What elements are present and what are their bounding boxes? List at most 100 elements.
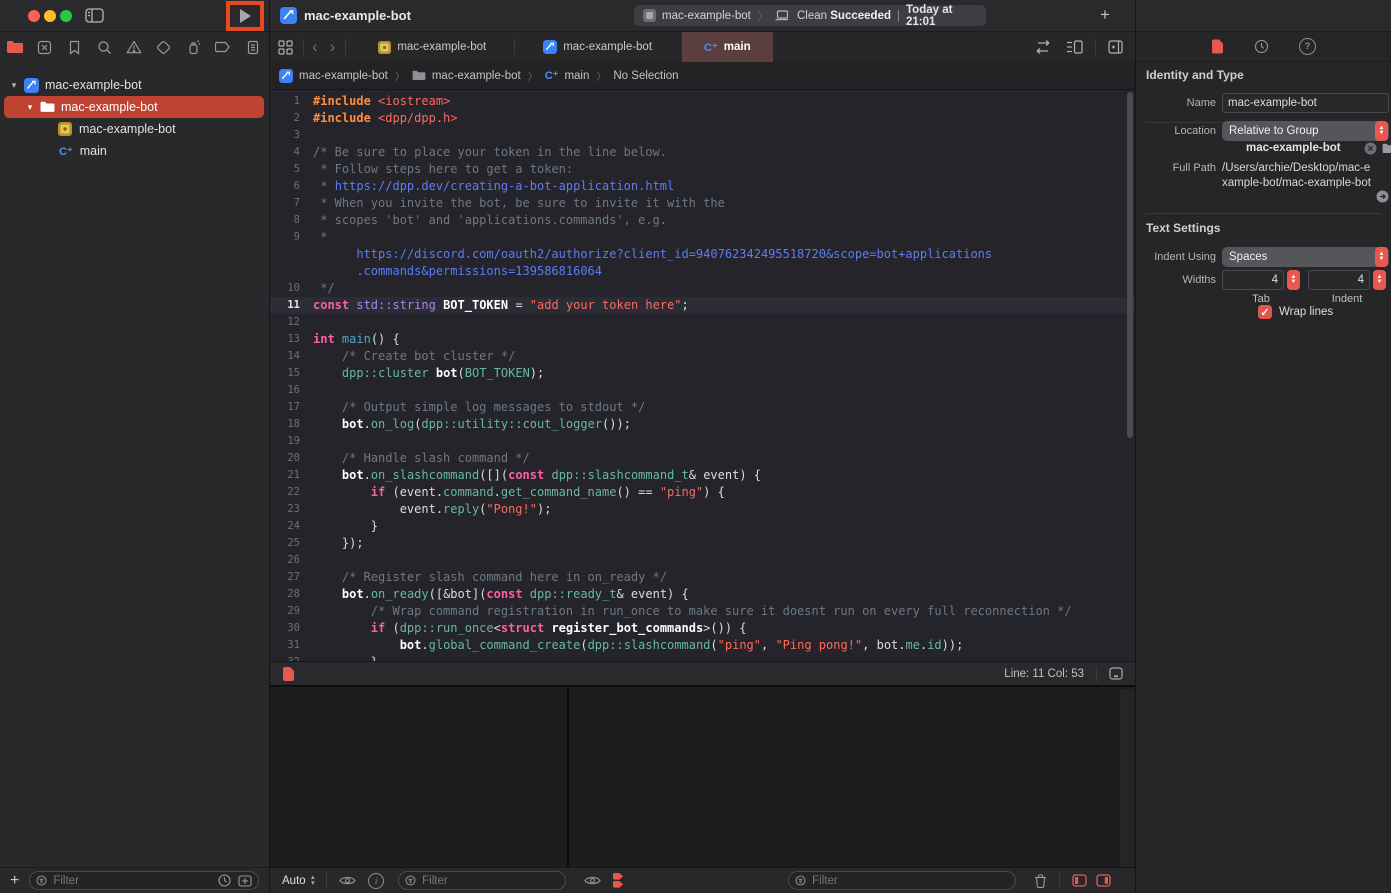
code-line[interactable]: 7 * When you invite the bot, be sure to … xyxy=(270,195,1135,212)
code-line[interactable]: 16 xyxy=(270,382,1135,399)
breadcrumb-selection[interactable]: No Selection xyxy=(613,70,678,82)
changed-file-icon[interactable] xyxy=(282,667,295,681)
code-line[interactable]: 8 * scopes 'bot' and 'applications.comma… xyxy=(270,212,1135,229)
code-line[interactable]: 25 }); xyxy=(270,535,1135,552)
breakpoints-navigator-icon[interactable] xyxy=(212,36,234,58)
file-inspector-icon[interactable] xyxy=(1211,39,1224,54)
code-line[interactable]: 4/* Be sure to place your token in the l… xyxy=(270,144,1135,161)
wrap-lines-checkbox[interactable]: ✓ xyxy=(1258,305,1272,319)
variables-view[interactable] xyxy=(270,687,567,869)
close-window-button[interactable] xyxy=(28,10,40,22)
console-scrollbar-track[interactable] xyxy=(1120,689,1134,869)
tab-project[interactable]: mac-example-bot xyxy=(529,32,666,62)
code-line[interactable]: 30 if (dpp::run_once<struct register_bot… xyxy=(270,620,1135,637)
code-line[interactable]: 29 /* Wrap command registration in run_o… xyxy=(270,603,1135,620)
eye-icon[interactable] xyxy=(339,875,356,886)
disclosure-icon[interactable]: ▾ xyxy=(8,80,20,91)
code-line[interactable]: 27 /* Register slash command here in on_… xyxy=(270,569,1135,586)
code-line[interactable]: 9 * xyxy=(270,229,1135,246)
code-line[interactable]: 6 * https://dpp.dev/creating-a-bot-appli… xyxy=(270,178,1135,195)
help-inspector-icon[interactable]: ? xyxy=(1299,38,1316,55)
choose-folder-icon[interactable] xyxy=(1382,143,1391,154)
breakpoints-enabled-icon[interactable] xyxy=(613,873,623,888)
tab-width-stepper[interactable]: ▲▼ xyxy=(1287,270,1300,290)
code-line[interactable]: 1#include <iostream> xyxy=(270,93,1135,110)
show-console-toggle[interactable] xyxy=(1096,874,1111,887)
history-inspector-icon[interactable] xyxy=(1254,39,1269,54)
clear-circle-icon[interactable] xyxy=(1364,142,1377,155)
code-line[interactable]: 5 * Follow steps here to get a token: xyxy=(270,161,1135,178)
source-editor[interactable]: 1#include <iostream>2#include <dpp/dpp.h… xyxy=(270,90,1135,693)
reports-navigator-icon[interactable] xyxy=(242,36,264,58)
code-line[interactable]: 14 /* Create bot cluster */ xyxy=(270,348,1135,365)
minimap-toggle-icon[interactable] xyxy=(1109,667,1123,680)
tab-main-active[interactable]: C⁺ main xyxy=(682,32,773,62)
location-dropdown-stepper-icon[interactable]: ▲▼ xyxy=(1375,121,1388,141)
name-field[interactable]: mac-example-bot xyxy=(1222,93,1389,113)
library-plus-button[interactable]: + xyxy=(1100,5,1110,25)
code-line[interactable]: 31 bot.global_command_create(dpp::slashc… xyxy=(270,637,1135,654)
code-line[interactable]: .commands&permissions=139586816064 xyxy=(270,263,1135,280)
code-line[interactable]: 15 dpp::cluster bot(BOT_TOKEN); xyxy=(270,365,1135,382)
code-line[interactable]: 19 xyxy=(270,433,1135,450)
add-editor-icon[interactable] xyxy=(1108,40,1123,54)
variables-scope-dropdown[interactable]: Auto xyxy=(282,875,306,887)
recent-files-clock-icon[interactable] xyxy=(218,874,231,887)
find-navigator-icon[interactable] xyxy=(93,36,115,58)
source-control-navigator-icon[interactable] xyxy=(34,36,56,58)
code-line[interactable]: 22 if (event.command.get_command_name() … xyxy=(270,484,1135,501)
tree-item-target[interactable]: mac-example-bot xyxy=(0,118,269,140)
code-review-icon[interactable] xyxy=(1034,40,1052,54)
breadcrumb-group[interactable]: mac-example-bot xyxy=(432,70,521,82)
eye-icon[interactable] xyxy=(584,875,601,886)
activity-status[interactable]: Clean Succeeded | Today at 21:01 xyxy=(788,5,986,26)
code-line[interactable]: 18 bot.on_log(dpp::utility::cout_logger(… xyxy=(270,416,1135,433)
navigator-filter-input[interactable]: Filter xyxy=(29,871,259,890)
code-line[interactable]: 12 xyxy=(270,314,1135,331)
bookmarks-navigator-icon[interactable] xyxy=(64,36,86,58)
code-line[interactable]: 11const std::string BOT_TOKEN = "add you… xyxy=(270,297,1135,314)
open-path-arrow-icon[interactable] xyxy=(1376,190,1389,203)
code-line[interactable]: 24 } xyxy=(270,518,1135,535)
trash-icon[interactable] xyxy=(1034,874,1047,888)
code-line[interactable]: 13int main() { xyxy=(270,331,1135,348)
show-variables-view-toggle[interactable] xyxy=(1072,874,1087,887)
tree-item-project[interactable]: ▾ mac-example-bot xyxy=(0,74,269,96)
forward-button[interactable]: › xyxy=(330,37,336,57)
code-line[interactable]: 28 bot.on_ready([&bot](const dpp::ready_… xyxy=(270,586,1135,603)
indent-width-field[interactable]: 4 xyxy=(1308,270,1370,290)
tab-width-field[interactable]: 4 xyxy=(1222,270,1284,290)
code-line[interactable]: 10 */ xyxy=(270,280,1135,297)
navigator-divider[interactable] xyxy=(269,0,270,893)
indent-using-dropdown[interactable]: Spaces xyxy=(1222,247,1389,267)
zoom-window-button[interactable] xyxy=(60,10,72,22)
issues-navigator-icon[interactable] xyxy=(123,36,145,58)
info-icon[interactable]: i xyxy=(368,873,384,889)
editor-scrollbar[interactable] xyxy=(1127,92,1133,438)
editor-options-icon[interactable] xyxy=(1066,40,1083,54)
code-line[interactable]: 17 /* Output simple log messages to stdo… xyxy=(270,399,1135,416)
source-control-status-icon[interactable] xyxy=(238,875,252,887)
breadcrumb-file[interactable]: main xyxy=(564,70,589,82)
tab-target[interactable]: mac-example-bot xyxy=(364,32,500,62)
code-line[interactable]: 20 /* Handle slash command */ xyxy=(270,450,1135,467)
code-line[interactable]: https://discord.com/oauth2/authorize?cli… xyxy=(270,246,1135,263)
console-filter-input[interactable]: Filter xyxy=(788,871,1016,890)
related-items-grid-icon[interactable] xyxy=(278,40,293,55)
tree-item-main-file[interactable]: C⁺ main xyxy=(0,140,269,162)
code-line[interactable]: 26 xyxy=(270,552,1135,569)
minimize-window-button[interactable] xyxy=(44,10,56,22)
indent-width-stepper[interactable]: ▲▼ xyxy=(1373,270,1386,290)
code-line[interactable]: 23 event.reply("Pong!"); xyxy=(270,501,1135,518)
inspector-divider[interactable] xyxy=(1135,0,1136,893)
code-line[interactable]: 3 xyxy=(270,127,1135,144)
console-view[interactable] xyxy=(569,687,1135,869)
breadcrumb-project[interactable]: mac-example-bot xyxy=(299,70,388,82)
tree-item-group[interactable]: ▾ mac-example-bot xyxy=(0,96,269,118)
code-line[interactable]: 21 bot.on_slashcommand([](const dpp::sla… xyxy=(270,467,1135,484)
variables-filter-input[interactable]: Filter xyxy=(398,871,566,890)
toggle-navigator-icon[interactable] xyxy=(85,8,104,23)
location-dropdown[interactable]: Relative to Group xyxy=(1222,121,1389,141)
debug-navigator-icon[interactable] xyxy=(183,36,205,58)
add-file-button[interactable]: + xyxy=(10,872,19,890)
